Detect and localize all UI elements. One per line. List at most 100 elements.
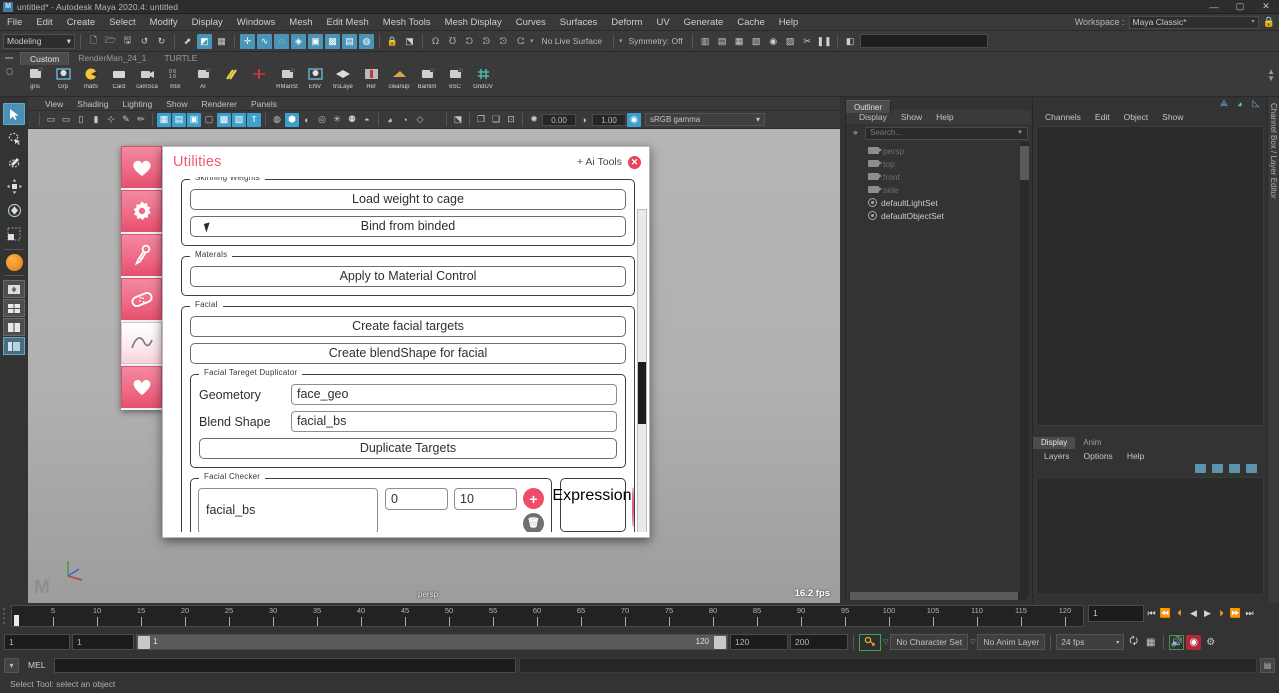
shelf-tab-custom[interactable]: Custom <box>20 52 70 65</box>
checker-min-input[interactable]: 0 <box>385 488 448 510</box>
viewport-menu-show[interactable]: Show <box>159 99 194 109</box>
motion-blur-icon[interactable]: ◕ <box>383 113 397 127</box>
chevron-down-icon[interactable]: ▼ <box>1017 127 1023 139</box>
anim-end-field[interactable]: 200 <box>790 634 848 650</box>
channel-box-sidebar[interactable]: Channel Box / Layer Editor <box>1267 97 1279 603</box>
select-by-hierarchy-icon[interactable]: ⬈ <box>180 34 195 49</box>
paste-view-icon[interactable]: ❑ <box>489 113 503 127</box>
attribute-editor-icon[interactable]: ◕ <box>1234 98 1246 110</box>
menu-generate[interactable]: Generate <box>677 14 731 31</box>
outliner-item-side[interactable]: side <box>850 183 1031 196</box>
outliner-search-input[interactable]: Search... ▼ <box>865 126 1028 140</box>
xray-icon[interactable]: ▨ <box>232 112 246 127</box>
channel-menu-edit[interactable]: Edit <box>1088 112 1117 122</box>
shelf-button-mtxl[interactable]: 0 01 0 mtxl <box>162 66 188 96</box>
shelf-button-redbar[interactable] <box>246 66 272 96</box>
gate-mask-icon[interactable]: ▢ <box>202 113 216 127</box>
input-connections-icon[interactable]: ᘮ <box>445 34 460 49</box>
film-gate-icon[interactable]: ▤ <box>172 112 186 127</box>
construction-history-icon[interactable]: ᘯ <box>428 34 443 49</box>
ai-tools-button[interactable]: + Ai Tools <box>577 156 622 168</box>
ao-icon[interactable]: ◓ <box>360 113 374 127</box>
undo-icon[interactable]: ↺ <box>137 34 152 49</box>
layout-single-button[interactable] <box>3 280 25 298</box>
mel-input-field[interactable] <box>54 657 517 673</box>
anim-start-field[interactable]: 1 <box>4 634 70 650</box>
shelf-options-icon[interactable] <box>5 68 13 75</box>
range-slider-track[interactable]: 1 120 <box>136 634 728 650</box>
menu-display[interactable]: Display <box>185 14 230 31</box>
symmetry-label[interactable]: Symmetry: Off <box>625 34 687 49</box>
menu-deform[interactable]: Deform <box>604 14 649 31</box>
snap-projected-icon[interactable]: ◈ <box>291 33 306 49</box>
menu-uv[interactable]: UV <box>649 14 676 31</box>
tab-anim[interactable]: Anim <box>1075 437 1110 449</box>
sound-icon[interactable]: 🔊 <box>1169 634 1185 650</box>
redo-icon[interactable]: ↻ <box>154 34 169 49</box>
utilities-tab-gear[interactable] <box>121 190 162 232</box>
render-setup-icon[interactable]: ▧ <box>749 34 764 49</box>
chevron-down-icon[interactable]: ▽ <box>883 638 888 646</box>
shelf-button-6sc[interactable]: 6SC <box>442 66 468 96</box>
range-start-handle[interactable] <box>138 636 150 649</box>
lock-icon[interactable]: 🔒 <box>1263 17 1275 28</box>
channel-menu-show[interactable]: Show <box>1155 112 1190 122</box>
shelf-tab-renderman[interactable]: RenderMan_24_1 <box>69 52 156 65</box>
viewport-menu-lighting[interactable]: Lighting <box>115 99 159 109</box>
magnet-icon[interactable]: ◍ <box>359 33 374 49</box>
two-panel-icon[interactable]: ⊹ <box>104 113 118 127</box>
shelf-button-grp[interactable]: Grp <box>50 66 76 96</box>
grease-pencil-icon[interactable]: ✎ <box>119 113 133 127</box>
isolate-select-icon[interactable] <box>428 113 442 127</box>
render-settings-icon[interactable]: ▦ <box>732 34 747 49</box>
step-back-frame-icon[interactable]: ⏪ <box>1159 605 1172 622</box>
shade-wireframe-icon[interactable]: ◐ <box>300 113 314 127</box>
viewport-menu-renderer[interactable]: Renderer <box>195 99 244 109</box>
shelf-button-trslaye[interactable]: trsLaye <box>330 66 356 96</box>
pause-icon[interactable]: ❚❚ <box>817 34 832 49</box>
layout-four-button[interactable] <box>3 299 25 317</box>
menu-mesh[interactable]: Mesh <box>282 14 319 31</box>
chevron-down-icon[interactable]: ▾ <box>619 37 623 45</box>
exposure-value[interactable]: 0.00 <box>542 113 576 126</box>
step-back-key-icon[interactable]: ⏴ <box>1173 605 1186 622</box>
command-type-icon[interactable]: ▾ <box>4 657 19 673</box>
shelf-button-card[interactable]: Card <box>106 66 132 96</box>
menu-edit-mesh[interactable]: Edit Mesh <box>320 14 376 31</box>
history-toggle-icon[interactable]: ᘳ <box>513 34 528 49</box>
shelf-button-cleanup[interactable]: cleanup <box>386 66 412 96</box>
channel-menu-channels[interactable]: Channels <box>1038 112 1088 122</box>
record-icon[interactable]: ◉ <box>1186 634 1202 650</box>
viewport-menu-shading[interactable]: Shading <box>70 99 115 109</box>
snapshot-icon[interactable]: ⊡ <box>504 113 518 127</box>
new-layer-from-selected-icon[interactable] <box>1212 464 1223 473</box>
save-scene-icon[interactable]: 🖫 <box>120 34 135 49</box>
script-editor-icon[interactable]: ▤ <box>1260 657 1275 673</box>
shelf-button-ai[interactable]: AI <box>190 66 216 96</box>
menu-windows[interactable]: Windows <box>230 14 283 31</box>
range-end-handle[interactable] <box>714 636 726 649</box>
paint-select-tool-button[interactable] <box>3 151 25 173</box>
duplicate-targets-button[interactable]: Duplicate Targets <box>199 438 617 459</box>
auto-key-icon[interactable] <box>859 633 881 651</box>
resolution-gate-icon[interactable]: ▣ <box>187 112 201 127</box>
utilities-tab-paint-brush[interactable] <box>121 234 162 276</box>
utilities-scroll-thumb[interactable] <box>638 362 646 424</box>
shelf-tab-turtle[interactable]: TURTLE <box>155 52 207 65</box>
snap-pixel-icon[interactable]: ▤ <box>342 33 357 49</box>
shelf-button-env[interactable]: ENV <box>302 66 328 96</box>
modeling-toolkit-icon[interactable]: ◺ <box>1250 98 1262 110</box>
outliner-item-defaultobjectset[interactable]: defaultObjectSet <box>850 209 1031 222</box>
shelf-scroll-arrows[interactable]: ▲ ▼ <box>1267 68 1275 83</box>
menu-set-dropdown[interactable]: Modeling ▾ <box>3 33 75 49</box>
menu-help[interactable]: Help <box>772 14 806 31</box>
menu-curves[interactable]: Curves <box>509 14 553 31</box>
scale-tool-button[interactable] <box>3 223 25 245</box>
select-camera-icon[interactable]: ▭ <box>44 113 58 127</box>
time-cursor[interactable] <box>14 615 19 626</box>
range-start-field[interactable]: 1 <box>72 634 134 650</box>
new-scene-icon[interactable]: 🗋 <box>86 34 101 49</box>
shelf-button-mats[interactable]: matS <box>78 66 104 96</box>
layer-menu-layers[interactable]: Layers <box>1037 451 1077 461</box>
chevron-down-icon[interactable]: ▾ <box>530 37 534 45</box>
